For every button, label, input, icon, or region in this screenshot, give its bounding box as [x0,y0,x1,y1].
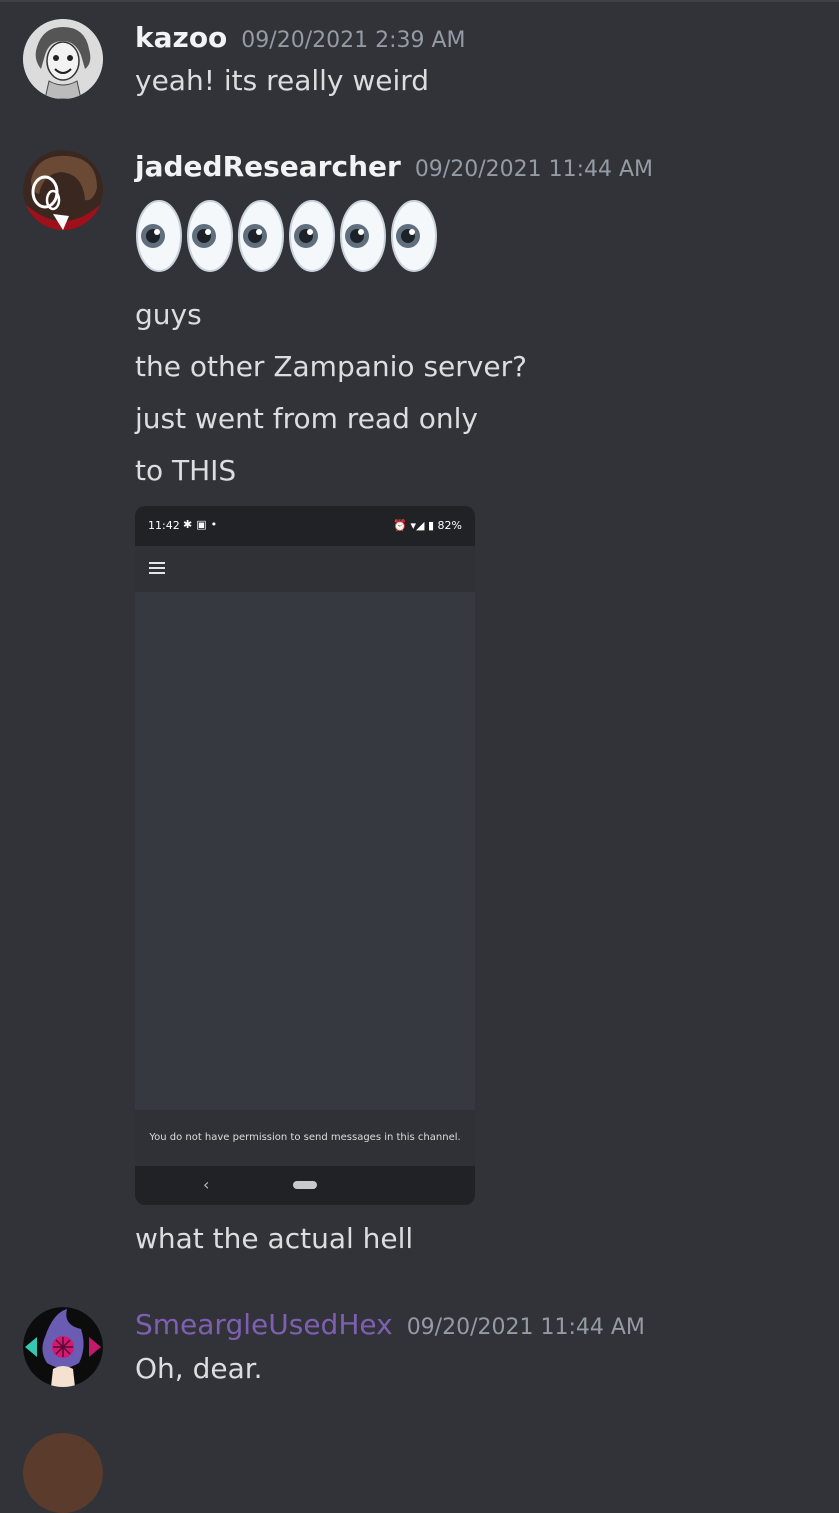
phone-app-bar [135,546,475,592]
message-text: what the actual hell [135,1222,414,1255]
status-time: 11:42 [148,519,180,532]
eyes-icon[interactable] [135,199,183,273]
emoji-row [135,199,438,273]
message-text: yeah! its really weird [135,64,430,97]
username[interactable]: SmeargleUsedHex 09/20/2021 11:44 AM [135,1308,645,1341]
phone-status-bar: 11:42 ✱▣• ⏰ ▾◢ ▮ 82% [135,506,475,546]
back-icon: ‹ [203,1175,210,1194]
username-label[interactable]: SmeargleUsedHex [135,1308,393,1341]
status-right: ⏰ ▾◢ ▮ 82% [393,519,462,532]
notification-icons: ✱▣• [183,518,222,531]
username-label[interactable]: kazoo [135,21,227,54]
avatar[interactable] [23,19,103,99]
timestamp[interactable]: 09/20/2021 2:39 AM [241,28,465,53]
alarm-icon: ⏰ [393,519,407,532]
message-text: guys [135,298,202,331]
hamburger-icon [149,562,165,577]
message-text: Oh, dear. [135,1352,263,1385]
username[interactable]: jadedResearcher 09/20/2021 11:44 AM [135,150,653,183]
timestamp[interactable]: 09/20/2021 11:44 AM [407,1315,645,1340]
username[interactable]: kazoo 09/20/2021 2:39 AM [135,21,466,54]
phone-channel-content [135,592,475,1110]
username-label[interactable]: jadedResearcher [135,150,401,183]
message-text: to THIS [135,454,237,487]
wifi-icon: ▾◢ [410,519,425,532]
battery-icon: ▮ [427,519,435,532]
eyes-icon[interactable] [288,199,336,273]
message-text: the other Zampanio server? [135,350,527,383]
timestamp[interactable]: 09/20/2021 11:44 AM [415,157,653,182]
eyes-icon[interactable] [339,199,387,273]
home-pill-icon [293,1181,317,1189]
avatar[interactable] [23,150,103,230]
message-text: just went from read only [135,402,478,435]
eyes-icon[interactable] [186,199,234,273]
eyes-icon[interactable] [237,199,285,273]
avatar[interactable] [23,1433,103,1513]
image-attachment[interactable]: 11:42 ✱▣• ⏰ ▾◢ ▮ 82% You do not have per… [135,506,475,1205]
divider [0,0,839,2]
phone-nav-bar: ‹ [135,1166,475,1205]
permission-notice: You do not have permission to send messa… [135,1110,475,1166]
avatar[interactable] [23,1307,103,1387]
eyes-icon[interactable] [390,199,438,273]
battery-level: 82% [437,519,462,532]
